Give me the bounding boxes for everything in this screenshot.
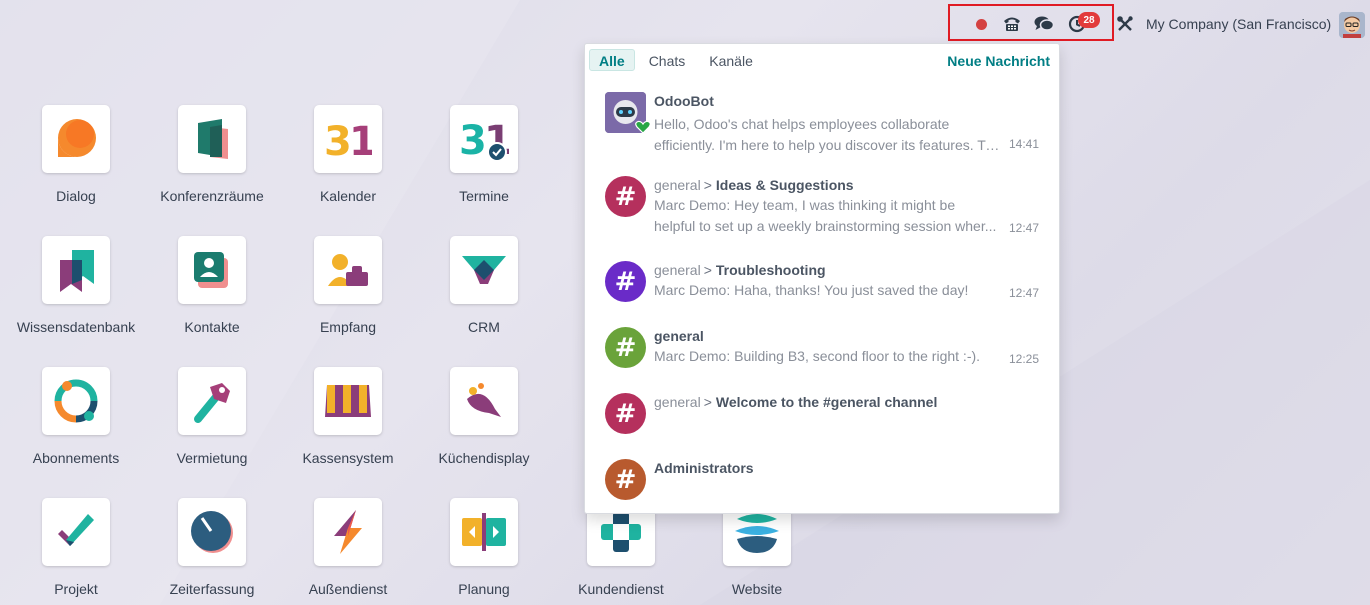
conversation-preview-line1: Marc Demo: Hey team, I was thinking it m… xyxy=(654,197,956,213)
app-konferenzraeume[interactable]: Konferenzräume xyxy=(142,105,282,204)
app-crm[interactable]: CRM xyxy=(414,236,554,335)
channel-hash-icon: # xyxy=(605,327,646,368)
app-label: Website xyxy=(731,581,783,597)
conversation-time: 12:25 xyxy=(1009,352,1040,366)
conversation-preview-line2: helpful to set up a weekly brainstorming… xyxy=(654,218,997,234)
new-message-button[interactable]: Neue Nachricht xyxy=(947,53,1050,69)
dialog-icon xyxy=(42,105,110,173)
conversation-title: general > Ideas & Suggestions xyxy=(654,177,854,193)
app-vermietung[interactable]: Vermietung xyxy=(142,367,282,466)
conversation-administrators[interactable]: # Administrators xyxy=(585,458,1059,513)
conversation-title: general xyxy=(654,328,704,344)
debug-tools-icon[interactable] xyxy=(1115,12,1135,36)
app-label: Außendienst xyxy=(308,581,388,597)
conversation-preview-line2: efficiently. I'm here to help you discov… xyxy=(654,137,1000,153)
app-planung[interactable]: Planung xyxy=(414,498,554,597)
app-label: Kundendienst xyxy=(578,581,664,597)
conversation-title: Administrators xyxy=(654,460,754,476)
app-aussendienst[interactable]: Außendienst xyxy=(278,498,418,597)
planning-icon xyxy=(450,498,518,566)
app-wissensdatenbank[interactable]: Wissensdatenbank xyxy=(6,236,146,335)
phone-icon[interactable] xyxy=(1001,12,1023,36)
app-projekt[interactable]: Projekt xyxy=(6,498,146,597)
app-label: Dialog xyxy=(56,188,96,204)
field-service-icon xyxy=(314,498,382,566)
chat-icon[interactable] xyxy=(1033,12,1055,36)
app-termine[interactable]: 31 Termine xyxy=(414,105,554,204)
meeting-rooms-icon xyxy=(178,105,246,173)
company-switcher[interactable]: My Company (San Francisco) xyxy=(1146,16,1331,32)
svg-text:3: 3 xyxy=(459,118,487,162)
svg-text:1: 1 xyxy=(349,119,372,161)
conversation-preview-line1: Marc Demo: Haha, thanks! You just saved … xyxy=(654,282,969,298)
conversation-odoobot[interactable]: OdooBot Hello, Odoo's chat helps employe… xyxy=(585,90,1059,160)
app-label: Planung xyxy=(458,581,510,597)
pos-icon xyxy=(314,367,382,435)
app-label: Termine xyxy=(459,188,509,204)
app-label: CRM xyxy=(468,319,500,335)
app-abonnements[interactable]: Abonnements xyxy=(6,367,146,466)
timesheet-icon xyxy=(178,498,246,566)
conversation-title: OdooBot xyxy=(654,93,714,109)
kitchen-display-icon xyxy=(450,367,518,435)
conversation-title: general > Troubleshooting xyxy=(654,262,826,278)
activity-badge: 28 xyxy=(1078,12,1100,28)
conversation-title: general > Welcome to the #general channel xyxy=(654,394,938,410)
channel-hash-icon: # xyxy=(605,176,646,217)
app-label: Abonnements xyxy=(32,450,120,466)
app-label: Vermietung xyxy=(176,450,248,466)
project-icon xyxy=(42,498,110,566)
conversation-time: 12:47 xyxy=(1009,286,1040,300)
channel-hash-icon: # xyxy=(605,393,646,434)
app-label: Kassensystem xyxy=(302,450,394,466)
app-zeiterfassung[interactable]: Zeiterfassung xyxy=(142,498,282,597)
app-label: Kontakte xyxy=(184,319,240,335)
conversation-welcome-general[interactable]: # general > Welcome to the #general channe… xyxy=(585,392,1059,447)
conversation-preview-line1: Marc Demo: Building B3, second floor to … xyxy=(654,348,981,364)
svg-text:3: 3 xyxy=(324,119,352,161)
tab-chats[interactable]: Chats xyxy=(639,49,696,71)
tab-all[interactable]: Alle xyxy=(589,49,635,71)
app-kuechendisplay[interactable]: Küchendisplay xyxy=(414,367,554,466)
app-label: Zeiterfassung xyxy=(169,581,255,597)
rental-icon xyxy=(178,367,246,435)
frontdesk-icon xyxy=(314,236,382,304)
conversation-preview-line1: Hello, Odoo's chat helps employees colla… xyxy=(654,116,950,132)
record-icon[interactable] xyxy=(975,12,987,36)
messaging-tabs: Alle Chats Kanäle xyxy=(589,49,763,71)
conversation-troubleshooting[interactable]: # general > Troubleshooting Marc Demo: Hah… xyxy=(585,260,1059,315)
channel-hash-icon: # xyxy=(605,261,646,302)
app-kassensystem[interactable]: Kassensystem xyxy=(278,367,418,466)
app-empfang[interactable]: Empfang xyxy=(278,236,418,335)
subscriptions-icon xyxy=(42,367,110,435)
conversation-general[interactable]: # general Marc Demo: Building B3, second… xyxy=(585,326,1059,381)
user-avatar[interactable] xyxy=(1339,12,1365,38)
app-label: Konferenzräume xyxy=(160,188,264,204)
calendar-icon: 31 xyxy=(314,105,382,173)
app-label: Empfang xyxy=(319,319,377,335)
appointments-icon: 31 xyxy=(450,105,518,173)
app-kalender[interactable]: 31 Kalender xyxy=(278,105,418,204)
tab-channels[interactable]: Kanäle xyxy=(699,49,763,71)
app-label: Wissensdatenbank xyxy=(16,319,136,335)
conversation-time: 12:47 xyxy=(1009,221,1040,235)
contacts-icon xyxy=(178,236,246,304)
app-label: Küchendisplay xyxy=(438,450,530,466)
app-label: Projekt xyxy=(54,581,98,597)
app-label: Kalender xyxy=(319,188,377,204)
online-heart-icon xyxy=(635,120,651,134)
messaging-menu: Alle Chats Kanäle Neue Nachricht OdooBot… xyxy=(584,43,1060,514)
knowledge-icon xyxy=(42,236,110,304)
channel-hash-icon: # xyxy=(605,459,646,500)
conversation-ideas-suggestions[interactable]: # general > Ideas & Suggestions Marc Demo:… xyxy=(585,175,1059,245)
app-dialog[interactable]: Dialog xyxy=(6,105,146,204)
app-kontakte[interactable]: Kontakte xyxy=(142,236,282,335)
crm-icon xyxy=(450,236,518,304)
conversation-time: 14:41 xyxy=(1009,137,1040,151)
